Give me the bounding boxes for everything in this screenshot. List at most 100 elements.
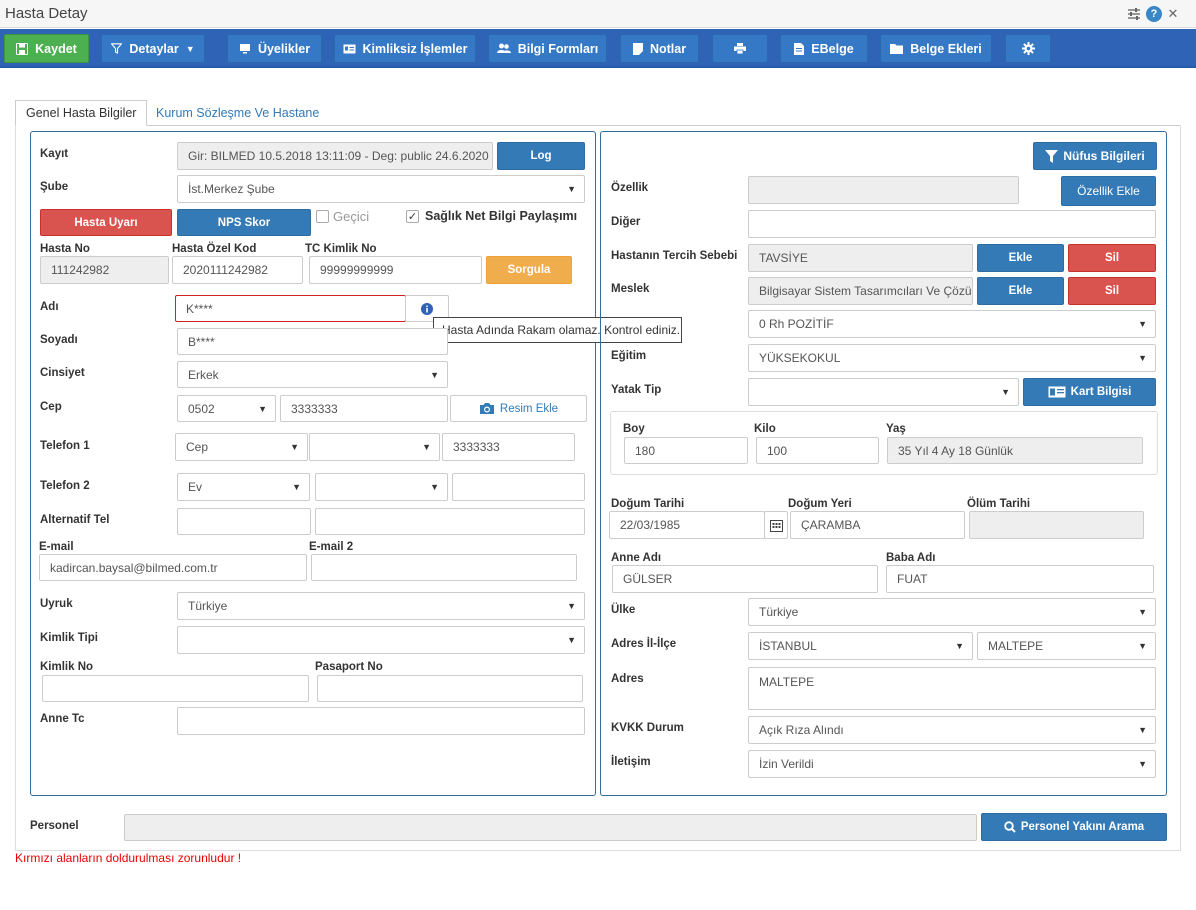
users-icon — [496, 43, 511, 54]
preference-delete-button[interactable]: Sil — [1068, 244, 1156, 272]
district-select[interactable]: MALTEPE ▼ — [977, 632, 1156, 660]
notes-button[interactable]: Notlar — [620, 34, 699, 63]
gender-select[interactable]: Erkek ▼ — [177, 361, 448, 388]
address-city-label: Adres İl-İlçe — [611, 638, 677, 650]
mobile-number-field[interactable]: 3333333 — [280, 395, 448, 422]
caret-down-icon: ▼ — [567, 635, 576, 645]
blood-type-select[interactable]: 0 Rh POZİTİF ▼ — [748, 310, 1156, 338]
nps-score-button[interactable]: NPS Skor — [177, 209, 311, 236]
id-no-field[interactable] — [42, 675, 309, 702]
preference-add-button[interactable]: Ekle — [977, 244, 1064, 272]
passport-field[interactable] — [317, 675, 583, 702]
population-info-label: Nüfus Bilgileri — [1063, 149, 1145, 163]
mobile-label: Cep — [40, 401, 62, 413]
memberships-label: Üyelikler — [257, 41, 311, 56]
alt-phone-number-field[interactable] — [315, 508, 585, 535]
phone2-code-select[interactable]: ▼ — [315, 473, 448, 501]
log-button[interactable]: Log — [497, 142, 585, 170]
query-button[interactable]: Sorgula — [486, 256, 572, 284]
city-value: İSTANBUL — [759, 639, 817, 653]
city-select[interactable]: İSTANBUL ▼ — [748, 632, 973, 660]
calendar-button[interactable] — [764, 511, 788, 539]
other-field[interactable] — [748, 210, 1156, 238]
phone2-number-field[interactable] — [452, 473, 585, 501]
temporary-label: Geçici — [333, 209, 370, 224]
occupation-delete-button[interactable]: Sil — [1068, 277, 1156, 305]
ebelge-label: EBelge — [811, 41, 854, 56]
preference-reason-label: Hastanın Tercih Sebebi — [611, 250, 738, 262]
phone1-code-select[interactable]: ▼ — [309, 433, 440, 461]
email-label: E-mail — [39, 541, 74, 553]
print-button[interactable] — [712, 34, 768, 63]
surname-label: Soyadı — [40, 334, 78, 346]
kvkk-select[interactable]: Açık Rıza Alındı ▼ — [748, 716, 1156, 744]
tab-general-patient-info[interactable]: Genel Hasta Bilgiler — [15, 100, 148, 126]
add-photo-button[interactable]: Resim Ekle — [450, 395, 587, 422]
weight-field[interactable]: 100 — [756, 437, 879, 464]
occupation-add-button[interactable]: Ekle — [977, 277, 1064, 305]
father-name-field[interactable]: FUAT — [886, 565, 1154, 593]
caret-down-icon: ▼ — [1138, 353, 1147, 363]
mother-tc-field[interactable] — [177, 707, 585, 735]
first-name-field[interactable]: K**** — [175, 295, 406, 322]
birth-place-field[interactable]: ÇARAMBA — [790, 511, 965, 539]
info-forms-button[interactable]: Bilgi Formları — [488, 34, 607, 63]
height-field[interactable]: 180 — [624, 437, 748, 464]
folder-icon — [890, 43, 904, 54]
health-net-share-label: Sağlık Net Bilgi Paylaşımı — [425, 209, 578, 223]
phone2-label: Telefon 2 — [40, 480, 90, 492]
mobile-code-select[interactable]: 0502 ▼ — [177, 395, 276, 422]
close-icon[interactable]: ✕ — [1165, 6, 1181, 22]
private-code-field[interactable]: 2020111242982 — [172, 256, 303, 284]
birth-date-field[interactable]: 22/03/1985 — [609, 511, 765, 539]
bed-type-select[interactable]: ▼ — [748, 378, 1019, 406]
settings-button[interactable] — [1005, 34, 1051, 63]
kayit-label: Kayıt — [40, 148, 69, 160]
save-button[interactable]: Kaydet — [4, 34, 89, 63]
ebelge-button[interactable]: EBelge — [780, 34, 868, 63]
phone2-type-select[interactable]: Ev ▼ — [177, 473, 310, 501]
add-feature-button[interactable]: Özellik Ekle — [1061, 176, 1156, 206]
age-field: 35 Yıl 4 Ay 18 Günlük — [887, 437, 1143, 464]
anonymous-operations-button[interactable]: Kimliksiz İşlemler — [334, 34, 476, 63]
tc-id-field[interactable]: 99999999999 — [309, 256, 482, 284]
staff-search-label: Personel Yakını Arama — [1020, 821, 1145, 833]
patient-warning-button[interactable]: Hasta Uyarı — [40, 209, 172, 236]
caret-down-icon: ▼ — [430, 369, 439, 380]
mother-name-field[interactable]: GÜLSER — [612, 565, 878, 593]
caret-down-icon: ▼ — [258, 403, 267, 414]
phone1-number-field[interactable]: 3333333 — [442, 433, 575, 461]
phone1-type-select[interactable]: Cep ▼ — [175, 433, 308, 461]
nationality-value: Türkiye — [188, 599, 228, 613]
communication-select[interactable]: İzin Verildi ▼ — [748, 750, 1156, 778]
document-attachments-button[interactable]: Belge Ekleri — [880, 34, 992, 63]
email2-field[interactable] — [311, 554, 577, 581]
filter-icon — [111, 43, 123, 54]
feature-label: Özellik — [611, 182, 649, 194]
tab-institution-contract[interactable]: Kurum Sözleşme Ve Hastane — [146, 100, 329, 126]
help-icon[interactable]: ? — [1146, 6, 1162, 22]
caret-down-icon: ▼ — [185, 43, 195, 54]
branch-select[interactable]: İst.Merkez Şube ▼ — [177, 175, 585, 203]
kvkk-label: KVKK Durum — [611, 722, 684, 734]
temporary-checkbox[interactable] — [316, 210, 329, 223]
id-type-select[interactable]: ▼ — [177, 626, 585, 654]
surname-field[interactable]: B**** — [177, 328, 448, 355]
death-date-label: Ölüm Tarihi — [967, 498, 1031, 510]
sliders-icon[interactable] — [1126, 6, 1142, 22]
staff-relative-search-button[interactable]: Personel Yakını Arama — [981, 813, 1167, 841]
health-net-share-checkbox[interactable]: ✓ — [406, 210, 419, 223]
caret-down-icon: ▼ — [567, 601, 576, 611]
alt-phone-code-field[interactable] — [177, 508, 311, 535]
title-bar: Hasta Detay ? ✕ — [0, 0, 1196, 28]
education-select[interactable]: YÜKSEKOKUL ▼ — [748, 344, 1156, 372]
card-info-button[interactable]: Kart Bilgisi — [1023, 378, 1156, 406]
address-textarea[interactable]: MALTEPE — [748, 667, 1156, 710]
occupation-field: Bilgisayar Sistem Tasarımcıları Ve Çözüm… — [748, 277, 973, 305]
details-dropdown-button[interactable]: Detaylar ▼ — [101, 34, 205, 63]
nationality-select[interactable]: Türkiye ▼ — [177, 592, 585, 620]
memberships-button[interactable]: Üyelikler — [227, 34, 322, 63]
country-select[interactable]: Türkiye ▼ — [748, 598, 1156, 626]
email-field[interactable]: kadircan.baysal@bilmed.com.tr — [39, 554, 307, 581]
population-info-button[interactable]: Nüfus Bilgileri — [1033, 142, 1157, 170]
